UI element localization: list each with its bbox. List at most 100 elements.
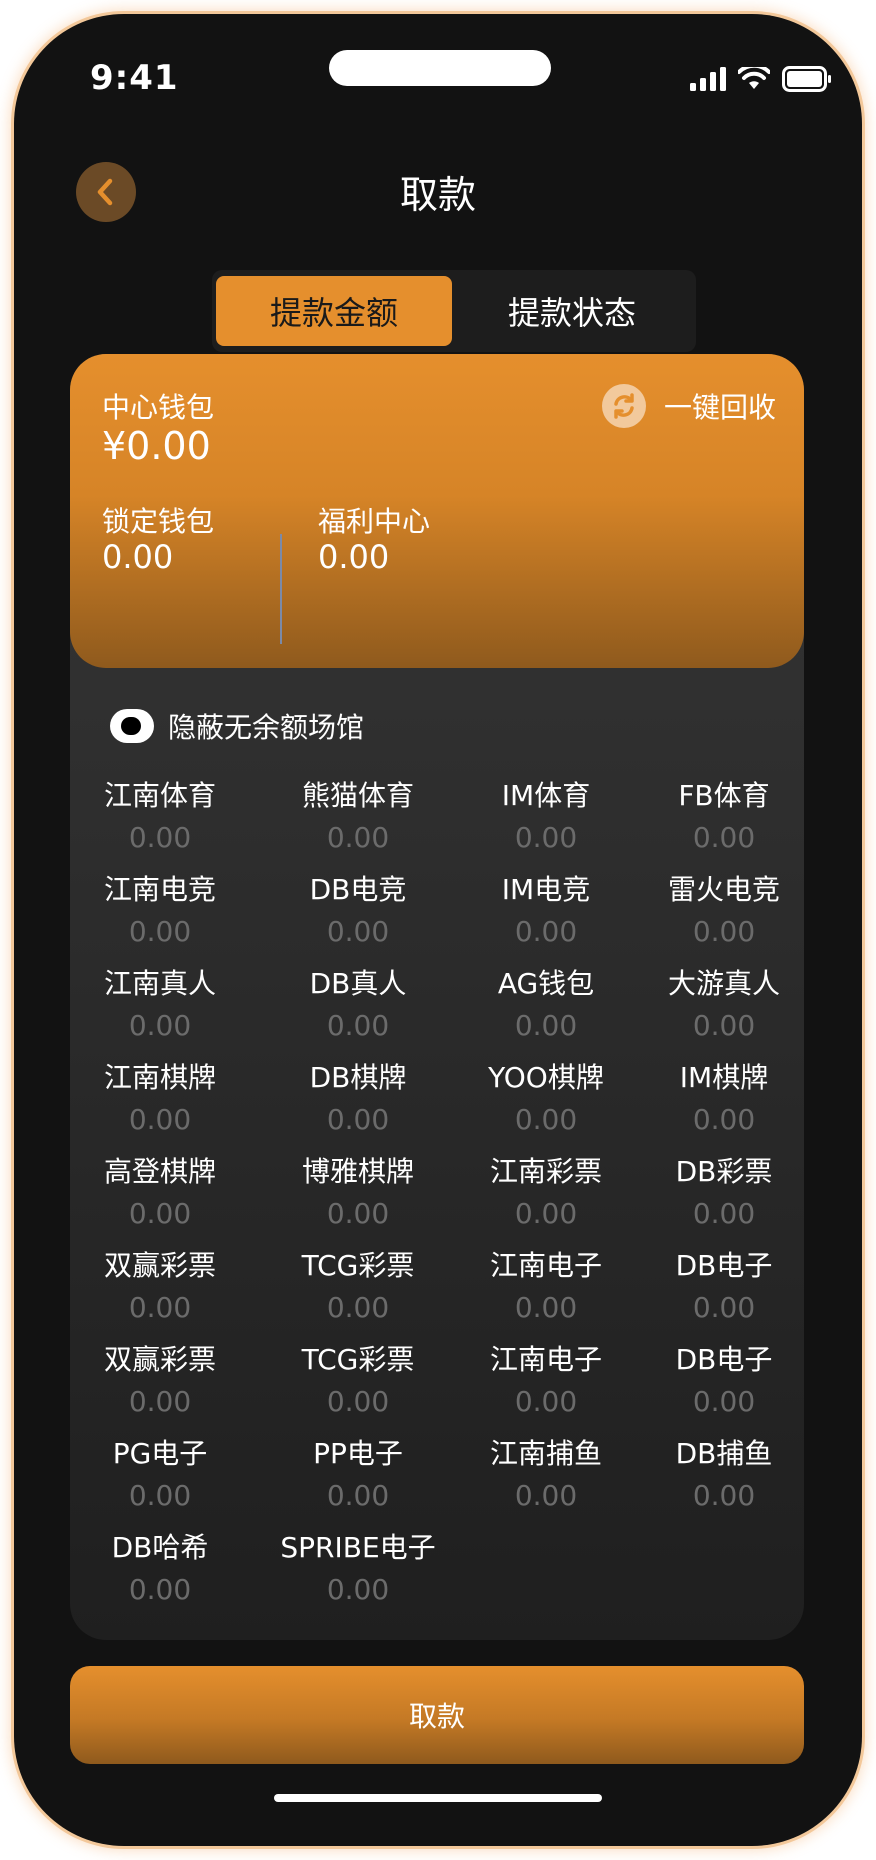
- venue-item[interactable]: 博雅棋牌 0.00: [258, 1154, 458, 1232]
- venue-name: 江南真人: [103, 967, 216, 1000]
- center-wallet-label: 中心钱包: [102, 391, 215, 424]
- venue-item[interactable]: DB电竞 0.00: [258, 872, 458, 950]
- venue-balance: 0.00: [326, 915, 390, 948]
- venue-name: 江南彩票: [489, 1155, 602, 1188]
- venue-balance: 0.00: [514, 1385, 578, 1418]
- venue-balance: 0.00: [128, 1291, 192, 1324]
- venue-item[interactable]: 江南棋牌 0.00: [60, 1060, 260, 1138]
- venue-item[interactable]: TCG彩票 0.00: [258, 1342, 458, 1420]
- venue-balance: 0.00: [514, 915, 578, 948]
- wallet-panel: 中心钱包 ¥0.00 一键回收 锁定钱包 0.00 福利中心 0.00 隐蔽无余…: [70, 354, 804, 1640]
- venue-name: DB棋牌: [309, 1061, 407, 1094]
- dynamic-island: [329, 50, 551, 86]
- withdraw-button[interactable]: 取款: [70, 1666, 804, 1764]
- venue-item[interactable]: DB哈希 0.00: [60, 1530, 260, 1608]
- venue-item[interactable]: DB捕鱼 0.00: [624, 1436, 824, 1514]
- venue-balance: 0.00: [326, 1479, 390, 1512]
- venue-balance: 0.00: [692, 1009, 756, 1042]
- tab-withdraw-amount[interactable]: 提款金额: [216, 276, 452, 346]
- venue-item[interactable]: 熊猫体育 0.00: [258, 778, 458, 856]
- venue-name: 江南电竞: [103, 873, 216, 906]
- venue-item[interactable]: 高登棋牌 0.00: [60, 1154, 260, 1232]
- venue-item[interactable]: DB棋牌 0.00: [258, 1060, 458, 1138]
- tab-withdraw-status[interactable]: 提款状态: [454, 276, 690, 346]
- hide-empty-venues-label: 隐蔽无余额场馆: [168, 711, 365, 744]
- venue-name: IM体育: [501, 779, 591, 812]
- venue-item[interactable]: 双赢彩票 0.00: [60, 1342, 260, 1420]
- venue-name: 雷火电竞: [667, 873, 780, 906]
- venue-item[interactable]: TCG彩票 0.00: [258, 1248, 458, 1326]
- venue-name: YOO棋牌: [488, 1061, 604, 1094]
- venue-item[interactable]: DB彩票 0.00: [624, 1154, 824, 1232]
- signal-icon: [690, 67, 726, 91]
- venue-item[interactable]: IM电竞 0.00: [446, 872, 646, 950]
- venue-balance: 0.00: [128, 1479, 192, 1512]
- venue-item[interactable]: IM体育 0.00: [446, 778, 646, 856]
- venue-name: IM棋牌: [679, 1061, 769, 1094]
- venue-balance: 0.00: [128, 1197, 192, 1230]
- venue-item[interactable]: 江南电竞 0.00: [60, 872, 260, 950]
- venue-name: DB电子: [675, 1343, 773, 1376]
- venue-name: PP电子: [313, 1437, 403, 1470]
- venue-name: DB真人: [309, 967, 407, 1000]
- venue-name: IM电竞: [501, 873, 591, 906]
- venue-name: 大游真人: [667, 967, 780, 1000]
- venue-item[interactable]: DB电子 0.00: [624, 1342, 824, 1420]
- status-icons: [690, 66, 832, 92]
- venue-balance: 0.00: [514, 1197, 578, 1230]
- venue-name: PG电子: [112, 1437, 208, 1470]
- venue-item[interactable]: YOO棋牌 0.00: [446, 1060, 646, 1138]
- venue-item[interactable]: 江南体育 0.00: [60, 778, 260, 856]
- venue-item[interactable]: 大游真人 0.00: [624, 966, 824, 1044]
- venue-name: DB电子: [675, 1249, 773, 1282]
- venue-name: 江南体育: [103, 779, 216, 812]
- venue-name: TCG彩票: [301, 1343, 415, 1376]
- venue-balance: 0.00: [128, 821, 192, 854]
- venue-balance: 0.00: [514, 1479, 578, 1512]
- venue-name: 高登棋牌: [103, 1155, 216, 1188]
- venue-item[interactable]: DB电子 0.00: [624, 1248, 824, 1326]
- venue-name: DB哈希: [111, 1531, 209, 1564]
- venue-item[interactable]: 江南电子 0.00: [446, 1342, 646, 1420]
- venue-name: AG钱包: [497, 967, 595, 1000]
- venue-balance: 0.00: [692, 1479, 756, 1512]
- hide-empty-venues-toggle[interactable]: [110, 709, 154, 743]
- welfare-center-label: 福利中心: [318, 505, 431, 538]
- venue-balance: 0.00: [692, 1197, 756, 1230]
- venue-balance: 0.00: [326, 1573, 390, 1606]
- venue-item[interactable]: 江南彩票 0.00: [446, 1154, 646, 1232]
- venue-item[interactable]: FB体育 0.00: [624, 778, 824, 856]
- wallet-divider: [280, 534, 282, 644]
- home-indicator: [274, 1794, 602, 1802]
- venue-name: DB彩票: [675, 1155, 773, 1188]
- venue-item[interactable]: IM棋牌 0.00: [624, 1060, 824, 1138]
- venue-balance: 0.00: [128, 1573, 192, 1606]
- venue-item[interactable]: 江南捕鱼 0.00: [446, 1436, 646, 1514]
- one-click-recycle-button[interactable]: 一键回收: [602, 384, 776, 428]
- venue-name: FB体育: [678, 779, 770, 812]
- venue-item[interactable]: 江南电子 0.00: [446, 1248, 646, 1326]
- welfare-center-value: 0.00: [318, 538, 390, 576]
- locked-wallet-value: 0.00: [102, 538, 174, 576]
- venue-balance: 0.00: [692, 915, 756, 948]
- venue-item[interactable]: PG电子 0.00: [60, 1436, 260, 1514]
- venue-name: 江南棋牌: [103, 1061, 216, 1094]
- venue-name: 博雅棋牌: [301, 1155, 414, 1188]
- wallet-card: 中心钱包 ¥0.00 一键回收 锁定钱包 0.00 福利中心 0.00: [70, 354, 804, 668]
- venue-balance: 0.00: [514, 821, 578, 854]
- recycle-label: 一键回收: [664, 391, 777, 424]
- venue-item[interactable]: 雷火电竞 0.00: [624, 872, 824, 950]
- venue-balance: 0.00: [326, 1291, 390, 1324]
- venue-item[interactable]: PP电子 0.00: [258, 1436, 458, 1514]
- venue-item[interactable]: DB真人 0.00: [258, 966, 458, 1044]
- status-time: 9:41: [90, 58, 179, 98]
- venue-name: 熊猫体育: [301, 779, 414, 812]
- venue-item[interactable]: SPRIBE电子 0.00: [258, 1530, 458, 1608]
- venue-item[interactable]: 双赢彩票 0.00: [60, 1248, 260, 1326]
- venue-item[interactable]: AG钱包 0.00: [446, 966, 646, 1044]
- venue-name: TCG彩票: [301, 1249, 415, 1282]
- venue-name: 双赢彩票: [103, 1249, 216, 1282]
- venue-balance: 0.00: [692, 1103, 756, 1136]
- venue-item[interactable]: 江南真人 0.00: [60, 966, 260, 1044]
- venue-balance: 0.00: [692, 821, 756, 854]
